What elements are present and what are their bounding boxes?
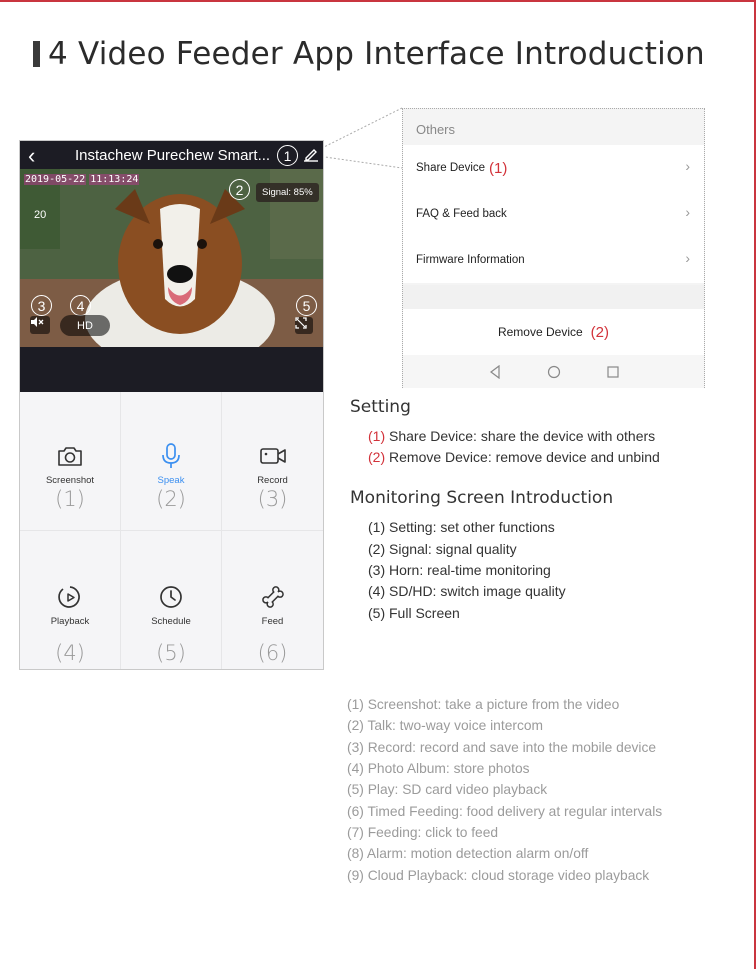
faq-feedback-label: FAQ & Feed back [416, 208, 507, 220]
page-title: 4 Video Feeder App Interface Introductio… [33, 36, 705, 72]
function-item: (5) Play: SD card video playback [347, 782, 548, 797]
marker-5: 5 [296, 295, 317, 316]
marker-1: 1 [277, 145, 298, 166]
fullscreen-button[interactable] [295, 317, 313, 334]
function-item: (4) Photo Album: store photos [347, 761, 530, 776]
device-name: Instachew Purechew Smart... [75, 147, 271, 164]
record-index: (3) [257, 487, 288, 511]
share-device-label: Share Device [416, 162, 486, 174]
playback-label: Playback [50, 616, 90, 627]
others-list: Share Device (1) › FAQ & Feed back › Fir… [403, 145, 704, 283]
marker-3: 3 [31, 295, 52, 316]
function-item: (7) Feeding: click to feed [347, 825, 499, 840]
page-title-text: 4 Video Feeder App Interface Introductio… [48, 36, 705, 72]
screenshot-index: (1) [55, 487, 85, 511]
function-item: (1) Screenshot: take a picture from the … [347, 697, 620, 712]
screenshot-label: Screenshot [45, 475, 95, 486]
title-bar-mark [33, 41, 40, 67]
share-device-number: (1) [489, 159, 508, 177]
monitoring-item: (4) SD/HD: switch image quality [368, 583, 566, 599]
remove-device-label: Remove Device [497, 325, 583, 339]
android-nav-bar [403, 355, 704, 388]
speak-button[interactable]: Speak (2) [121, 392, 222, 531]
others-menu: Others Share Device (1) › FAQ & Feed bac… [402, 108, 705, 388]
playback-index: (4) [55, 641, 85, 665]
nav-back-icon[interactable] [488, 364, 502, 379]
monitoring-item: (2) Signal: signal quality [368, 541, 517, 557]
remove-device-number: (2) [590, 323, 610, 341]
playback-button[interactable]: Playback (4) [20, 531, 121, 669]
feed-button[interactable]: Feed (6) [222, 531, 323, 669]
remove-device-button[interactable]: Remove Device (2) [403, 309, 704, 355]
share-device-item[interactable]: Share Device (1) › [403, 145, 704, 191]
function-item: (6) Timed Feeding: food delivery at regu… [347, 804, 663, 819]
function-item: (2) Talk: two-way voice intercom [347, 718, 544, 733]
setting-heading: Setting [350, 397, 411, 417]
function-item: (8) Alarm: motion detection alarm on/off [347, 846, 589, 861]
back-icon[interactable]: ‹ [28, 143, 35, 169]
video-bottom-band [20, 347, 323, 392]
speaker-mute-icon [31, 317, 44, 327]
speak-label: Speak [157, 475, 185, 486]
screenshot-button[interactable]: Screenshot (1) [20, 392, 121, 531]
schedule-label: Schedule [151, 616, 191, 627]
setting-item-2-number: (2) [368, 449, 386, 465]
setting-item-1-text: Share Device: share the device with othe… [385, 428, 656, 444]
chevron-right-icon: › [685, 250, 690, 266]
signal-badge: Signal: 85% [256, 183, 319, 202]
speak-index: (2) [156, 487, 186, 511]
setting-item-1-number: (1) [368, 428, 386, 444]
monitoring-heading: Monitoring Screen Introduction [350, 488, 614, 508]
others-gap [403, 285, 704, 309]
edit-icon[interactable] [303, 146, 319, 162]
nav-home-icon[interactable] [547, 365, 561, 379]
camera-icon [58, 447, 82, 466]
video-feed: 2019-05-22 11:13:24 20 2 Signal: 85% 3 4… [20, 169, 323, 347]
marker-2: 2 [229, 179, 250, 200]
schedule-index: (5) [156, 641, 186, 665]
microphone-icon [162, 443, 180, 468]
monitoring-item: (1) Setting: set other functions [368, 519, 555, 535]
clock-icon [160, 586, 182, 608]
chevron-right-icon: › [685, 158, 690, 174]
others-header: Others [416, 122, 456, 137]
bone-icon [261, 586, 284, 608]
nav-recent-icon[interactable] [606, 365, 620, 379]
schedule-button[interactable]: Schedule (5) [121, 531, 222, 669]
video-timestamp: 2019-05-22 11:13:24 [24, 174, 140, 185]
video-camera-icon [259, 448, 286, 464]
monitoring-item: (5) Full Screen [368, 605, 460, 621]
marker-4: 4 [70, 295, 91, 316]
playback-icon [58, 586, 80, 608]
timestamp-time: 11:13:24 [89, 174, 140, 185]
horn-button[interactable] [30, 316, 50, 334]
setting-item-2-text: Remove Device: remove device and unbind [385, 449, 660, 465]
firmware-info-item[interactable]: Firmware Information › [403, 237, 704, 283]
record-button[interactable]: Record (3) [222, 392, 323, 531]
function-grid: Screenshot (1) Speak (2) Record (3) Play… [20, 392, 323, 669]
feed-label: Feed [261, 616, 284, 627]
function-item: (9) Cloud Playback: cloud storage video … [347, 868, 650, 883]
overlay-number: 20 [34, 209, 47, 221]
faq-feedback-item[interactable]: FAQ & Feed back › [403, 191, 704, 237]
fullscreen-icon [295, 317, 307, 329]
function-item: (3) Record: record and save into the mob… [347, 740, 657, 755]
chevron-right-icon: › [685, 204, 690, 220]
app-screen: ‹ Instachew Purechew Smart... 1 2019-05-… [19, 140, 324, 670]
setting-item-1: (1) Share Device: share the device with … [368, 428, 655, 444]
firmware-info-label: Firmware Information [416, 254, 525, 266]
timestamp-date: 2019-05-22 [24, 174, 87, 185]
monitoring-item: (3) Horn: real-time monitoring [368, 562, 551, 578]
hd-toggle-button[interactable]: HD [60, 315, 110, 336]
feed-index: (6) [257, 641, 288, 665]
setting-item-2: (2) Remove Device: remove device and unb… [368, 449, 660, 465]
record-label: Record [257, 475, 288, 486]
app-top-bar: ‹ Instachew Purechew Smart... 1 [20, 141, 323, 169]
